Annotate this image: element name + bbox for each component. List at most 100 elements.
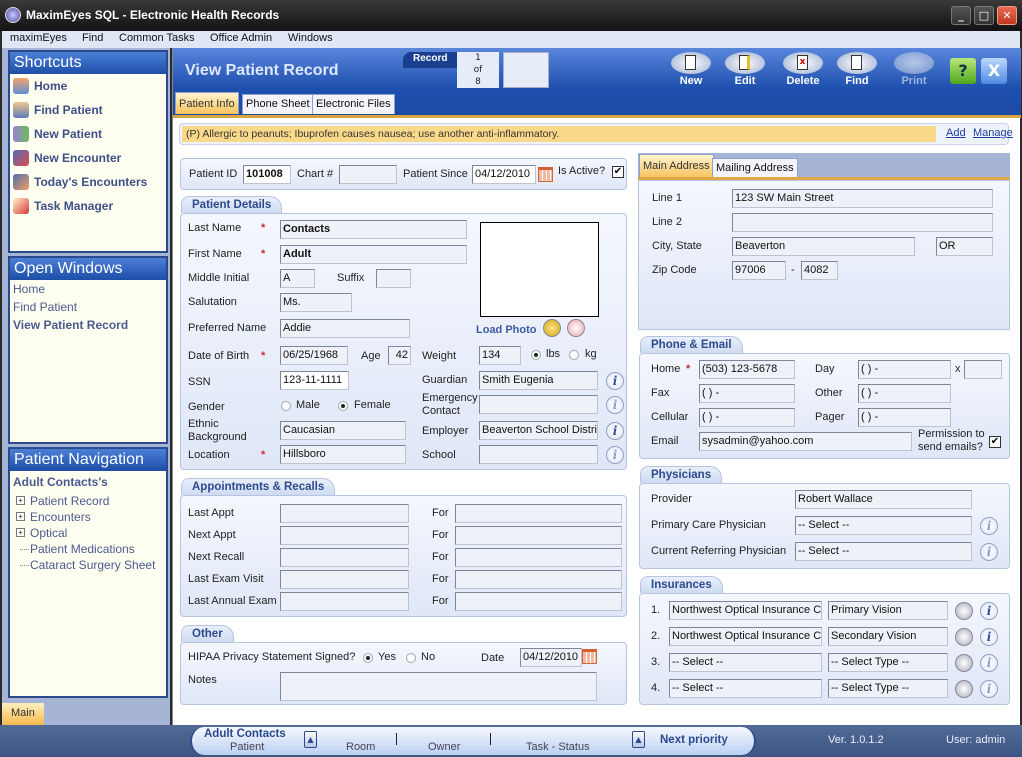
print-button[interactable]: Print [893,52,935,87]
insurance-info-icon[interactable]: i [980,654,998,672]
is-active-checkbox[interactable]: ✔ [612,166,624,178]
email-field[interactable]: sysadmin@yahoo.com [699,432,912,451]
guardian-info-icon[interactable]: i [606,372,624,390]
priority-up-button[interactable]: ▲ [632,731,645,748]
appt-for-value[interactable] [455,504,622,523]
insurance-info-icon[interactable]: i [980,680,998,698]
state-field[interactable]: OR [936,237,993,256]
line2-field[interactable] [732,213,993,232]
nav-encounters[interactable]: + Encounters [10,509,166,525]
city-field[interactable]: Beaverton [732,237,915,256]
other-phone-field[interactable]: ( ) - [858,384,951,403]
nav-patient-medications[interactable]: Patient Medications [10,541,166,557]
appt-row-value[interactable] [280,504,409,523]
line1-field[interactable]: 123 SW Main Street [732,189,993,208]
hipaa-no-radio[interactable] [406,653,416,663]
appt-row-value[interactable] [280,548,409,567]
female-radio[interactable] [338,401,348,411]
chart-field[interactable] [339,165,397,184]
minimize-button[interactable]: _ [951,6,971,25]
provider-field[interactable]: Robert Wallace [795,490,972,509]
calendar-icon[interactable] [582,649,597,664]
insurance-carrier-field[interactable]: -- Select -- [669,653,822,672]
insurance-carrier-field[interactable]: Northwest Optical Insurance Co [669,601,822,620]
home-phone-field[interactable]: (503) 123-5678 [699,360,795,379]
referring-info-icon[interactable]: i [980,543,998,561]
tab-electronic-files[interactable]: Electronic Files [312,94,395,114]
shortcut-find-patient[interactable]: Find Patient [10,98,166,122]
eject-icon[interactable] [955,602,973,620]
shortcut-new-patient[interactable]: New Patient [10,122,166,146]
insurance-carrier-field[interactable]: -- Select -- [669,679,822,698]
help-button[interactable]: ? [950,58,976,84]
expand-icon[interactable]: + [16,528,25,537]
manage-allergy-link[interactable]: Manage [973,127,1013,139]
nav-patient-record[interactable]: + Patient Record [10,493,166,509]
tab-mailing-address[interactable]: Mailing Address [712,158,798,178]
shortcut-task-manager[interactable]: Task Manager [10,194,166,218]
nav-cataract-surgery-sheet[interactable]: Cataract Surgery Sheet [10,557,166,573]
school-info-icon[interactable]: i [606,446,624,464]
middle-initial-field[interactable]: A [280,269,315,288]
male-radio[interactable] [281,401,291,411]
extension-field[interactable] [964,360,1002,379]
menu-common-tasks[interactable]: Common Tasks [119,32,195,44]
appt-row-value[interactable] [280,592,409,611]
expand-icon[interactable]: + [16,496,25,505]
employer-info-icon[interactable]: i [606,422,624,440]
close-record-button[interactable]: X [981,58,1007,84]
new-button[interactable]: New [670,52,712,87]
emergency-contact-field[interactable] [479,395,598,414]
open-window-view-patient-record[interactable]: View Patient Record [10,316,166,334]
day-phone-field[interactable]: ( ) - [858,360,951,379]
appt-for-value[interactable] [455,570,622,589]
insurance-type-field[interactable]: Primary Vision [828,601,948,620]
open-folder-icon[interactable] [543,319,561,337]
preferred-name-field[interactable]: Addie [280,319,410,338]
delete-button[interactable]: x Delete [782,52,824,87]
ssn-field[interactable]: 123-11-1111 [280,371,349,390]
tab-phone-sheet[interactable]: Phone Sheet [242,94,314,114]
permission-email-checkbox[interactable]: ✔ [989,436,1001,448]
appt-for-value[interactable] [455,548,622,567]
cellular-field[interactable]: ( ) - [699,408,795,427]
appt-for-value[interactable] [455,526,622,545]
notes-field[interactable] [280,672,597,701]
record-book-icon[interactable] [503,52,549,88]
kg-radio[interactable] [569,350,579,360]
pcp-info-icon[interactable]: i [980,517,998,535]
suffix-field[interactable] [376,269,411,288]
insurance-type-field[interactable]: Secondary Vision [828,627,948,646]
add-allergy-link[interactable]: Add [946,127,966,139]
shortcut-todays-encounters[interactable]: Today's Encounters [10,170,166,194]
shortcut-home[interactable]: Home [10,74,166,98]
lbs-radio[interactable] [531,350,541,360]
eject-icon[interactable] [955,680,973,698]
emergency-info-icon[interactable]: i [606,396,624,414]
eject-icon[interactable] [955,628,973,646]
shortcut-new-encounter[interactable]: New Encounter [10,146,166,170]
insurance-carrier-field[interactable]: Northwest Optical Insurance Co [669,627,822,646]
nav-optical[interactable]: + Optical [10,525,166,541]
open-window-home[interactable]: Home [10,280,166,298]
eject-icon[interactable] [955,654,973,672]
appt-row-value[interactable] [280,526,409,545]
calendar-icon[interactable] [538,167,553,182]
patient-id-field[interactable]: 101008 [243,165,291,184]
guardian-field[interactable]: Smith Eugenia [479,371,598,390]
ethnic-background-field[interactable]: Caucasian [280,421,406,440]
last-name-field[interactable]: Contacts [280,220,467,239]
tab-main-address[interactable]: Main Address [639,154,714,178]
patient-since-field[interactable]: 04/12/2010 [472,165,536,184]
next-priority-label[interactable]: Next priority [660,734,728,746]
tab-patient-info[interactable]: Patient Info [175,92,239,114]
tab-main[interactable]: Main [2,703,44,725]
insurance-info-icon[interactable]: i [980,602,998,620]
dob-field[interactable]: 06/25/1968 [280,346,348,365]
zip-field[interactable]: 97006 [732,261,786,280]
appt-row-value[interactable] [280,570,409,589]
location-field[interactable]: Hillsboro [280,445,406,464]
fax-field[interactable]: ( ) - [699,384,795,403]
menu-find[interactable]: Find [82,32,103,44]
menu-office-admin[interactable]: Office Admin [210,32,272,44]
